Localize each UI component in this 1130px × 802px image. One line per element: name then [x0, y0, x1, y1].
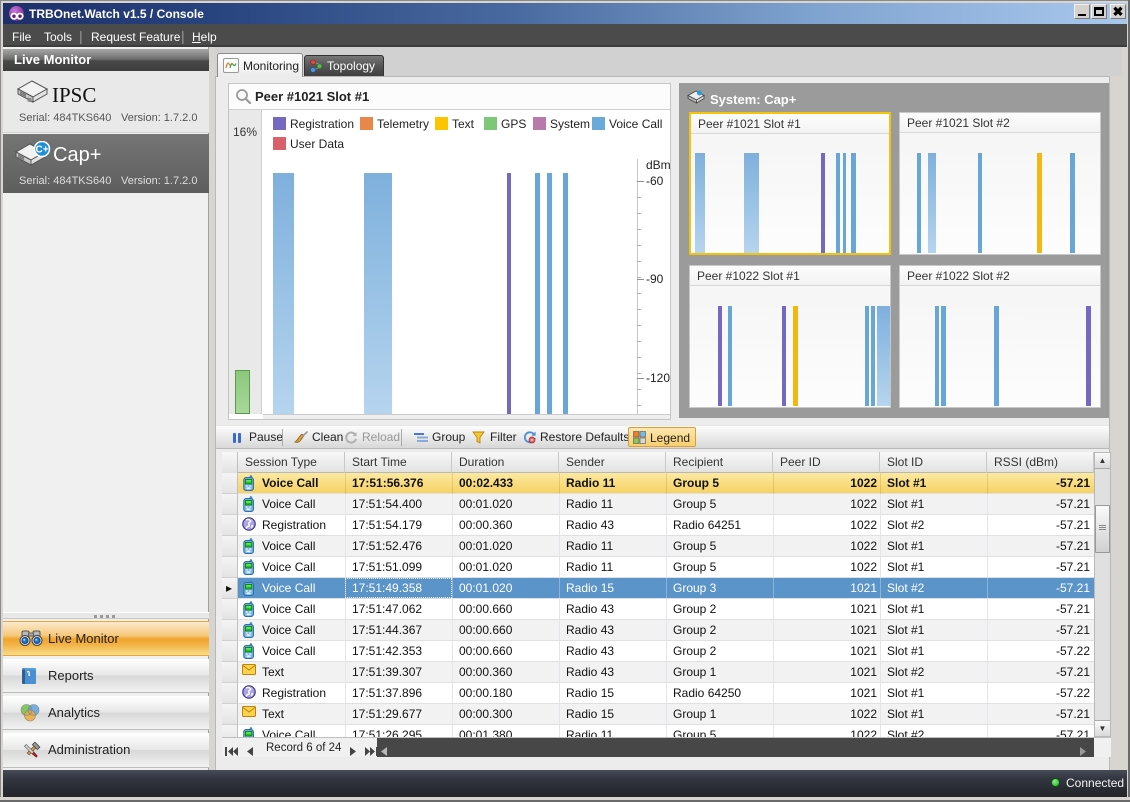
svg-text:C+: C+ [35, 145, 48, 156]
